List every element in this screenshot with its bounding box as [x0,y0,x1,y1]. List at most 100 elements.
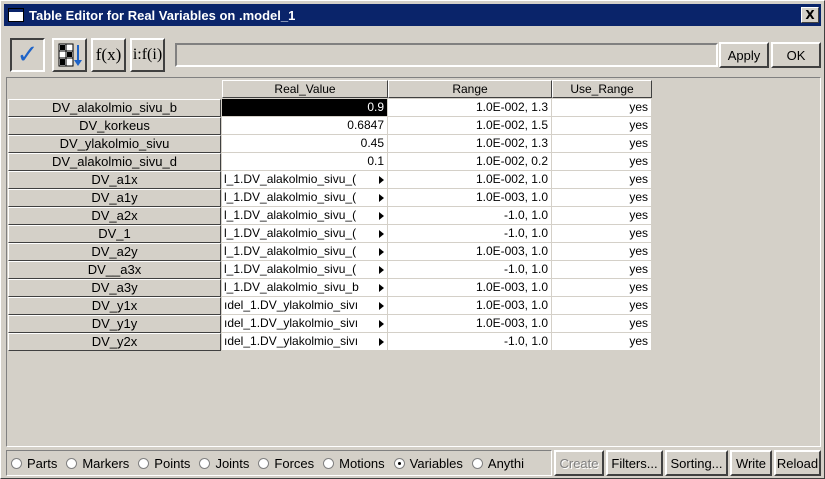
row-header[interactable]: DV__a3x [8,261,221,279]
filter-radio-markers[interactable]: Markers [66,456,129,471]
real-value-cell[interactable]: l_1.DV_alakolmio_sivu_( [222,261,388,279]
table-row: 0.1 1.0E-002, 0.2 yes [222,153,652,171]
row-header[interactable]: DV_alakolmio_sivu_d [8,153,221,171]
table-row: l_1.DV_alakolmio_sivu_(1.0E-003, 1.0 yes [222,243,652,261]
filter-radio-forces[interactable]: Forces [258,456,314,471]
range-cell[interactable]: -1.0, 1.0 [388,333,552,351]
use-range-cell[interactable]: yes [552,171,652,189]
real-value-cell[interactable]: 0.6847 [222,117,388,135]
filter-radio-joints[interactable]: Joints [199,456,249,471]
use-range-cell[interactable]: yes [552,243,652,261]
use-range-cell[interactable]: yes [552,333,652,351]
write-button[interactable]: Write [730,450,772,476]
real-value-cell[interactable]: l_1.DV_alakolmio_sivu_( [222,207,388,225]
row-headers: DV_alakolmio_sivu_b DV_korkeus DV_ylakolmi… [8,99,221,351]
filter-radio-points[interactable]: Points [138,456,190,471]
ok-button[interactable]: OK [771,42,821,68]
row-header[interactable]: DV_y2x [8,333,221,351]
range-cell[interactable]: 1.0E-003, 1.0 [388,279,552,297]
use-range-cell[interactable]: yes [552,135,652,153]
range-cell[interactable]: 1.0E-002, 1.5 [388,117,552,135]
filter-radio-variables[interactable]: Variables [393,455,463,471]
row-header[interactable]: DV_a1x [8,171,221,189]
use-range-cell[interactable]: yes [552,261,652,279]
create-button[interactable]: Create [554,450,604,476]
real-value-cell[interactable]: 0.1 [222,153,388,171]
use-range-cell[interactable]: yes [552,189,652,207]
use-range-cell[interactable]: yes [552,99,652,117]
range-cell[interactable]: 1.0E-003, 1.0 [388,189,552,207]
range-cell[interactable]: -1.0, 1.0 [388,207,552,225]
use-range-cell[interactable]: yes [552,279,652,297]
real-value-cell[interactable]: l_1.DV_alakolmio_sivu_b [222,279,388,297]
range-cell[interactable]: 1.0E-002, 1.0 [388,171,552,189]
range-cell[interactable]: 1.0E-003, 1.0 [388,243,552,261]
real-value-cell[interactable]: l_1.DV_alakolmio_sivu_( [222,171,388,189]
apply-check-button[interactable]: ✓ [10,38,45,72]
row-header[interactable]: DV_y1x [8,297,221,315]
table-row: ıdel_1.DV_ylakolmio_sivı 1.0E-003, 1.0 yes [222,297,652,315]
use-range-cell[interactable]: yes [552,153,652,171]
function-builder-button[interactable]: f(x) [91,38,126,72]
radio-dot-icon [199,457,211,469]
radio-label: Markers [82,455,130,471]
column-header-use-range[interactable]: Use_Range [552,80,652,98]
filter-radio-anythi[interactable]: Anythi [471,456,524,471]
table-row: 0.6847 1.0E-002, 1.5 yes [222,117,652,135]
row-header[interactable]: DV_a1y [8,189,221,207]
range-cell[interactable]: 1.0E-002, 1.3 [388,99,552,117]
bottom-bar: Parts Markers Points Joints Forces Motions Var… [6,450,821,476]
radio-label: Motions [339,455,385,471]
filters-button[interactable]: Filters... [606,450,663,476]
range-cell[interactable]: 1.0E-002, 0.2 [388,153,552,171]
range-cell[interactable]: 1.0E-002, 1.3 [388,135,552,153]
row-header[interactable]: DV_alakolmio_sivu_b [8,99,221,117]
use-range-cell[interactable]: yes [552,117,652,135]
range-cell[interactable]: -1.0, 1.0 [388,225,552,243]
row-header[interactable]: DV_ylakolmio_sivu [8,135,221,153]
reload-button[interactable]: Reload [774,450,821,476]
row-header[interactable]: DV_a3y [8,279,221,297]
apply-button[interactable]: Apply [719,42,769,68]
real-value-cell[interactable]: l_1.DV_alakolmio_sivu_( [222,225,388,243]
range-cell[interactable]: 1.0E-003, 1.0 [388,315,552,333]
use-range-cell[interactable]: yes [552,225,652,243]
range-cell[interactable]: 1.0E-003, 1.0 [388,297,552,315]
column-header-real-value[interactable]: Real_Value [222,80,388,98]
column-headers: Real_Value Range Use_Range [222,80,652,98]
row-header[interactable]: DV_a2y [8,243,221,261]
indexed-function-button[interactable]: i:f(i) [130,38,165,72]
radio-label: Variables [409,455,463,471]
radio-dot-icon [11,457,22,469]
radio-label: Forces [274,455,315,471]
table-body: 0.9 1.0E-002, 1.3 yes 0.6847 1.0E-002, 1.5 ye… [222,99,652,351]
filter-radio-motions[interactable]: Motions [323,456,385,471]
real-value-cell[interactable]: l_1.DV_alakolmio_sivu_( [222,243,388,261]
table-down-arrow-icon [58,43,82,67]
range-cell[interactable]: -1.0, 1.0 [388,261,552,279]
use-range-cell[interactable]: yes [552,207,652,225]
table-row: ıdel_1.DV_ylakolmio_sivı -1.0, 1.0 yes [222,333,652,351]
real-value-cell[interactable]: ıdel_1.DV_ylakolmio_sivı [222,315,388,333]
use-range-cell[interactable]: yes [552,297,652,315]
real-value-cell[interactable]: l_1.DV_alakolmio_sivu_( [222,189,388,207]
use-range-cell[interactable]: yes [552,315,652,333]
row-header[interactable]: DV_korkeus [8,117,221,135]
row-header[interactable]: DV_1 [8,225,221,243]
row-header[interactable]: DV_a2x [8,207,221,225]
row-header[interactable]: DV_y1y [8,315,221,333]
table-sort-button[interactable] [52,38,87,72]
filter-radio-parts[interactable]: Parts [11,456,57,471]
cell-entry-field[interactable] [175,43,718,67]
window-title: Table Editor for Real Variables on .mode… [29,7,296,23]
real-value-cell[interactable]: 0.45 [222,135,388,153]
column-header-range[interactable]: Range [388,80,552,98]
sorting-button[interactable]: Sorting... [665,450,728,476]
real-value-cell[interactable]: ıdel_1.DV_ylakolmio_sivı [222,297,388,315]
close-button[interactable]: X [801,7,819,23]
real-value-cell[interactable]: 0.9 [222,99,388,117]
real-value-cell[interactable]: ıdel_1.DV_ylakolmio_sivı [222,333,388,351]
table-editor-window: Table Editor for Real Variables on .mode… [0,0,825,479]
table-row: l_1.DV_alakolmio_sivu_(-1.0, 1.0 yes [222,207,652,225]
toolbar: ✓ f(x) i:f(i) Apply OK [8,38,821,72]
